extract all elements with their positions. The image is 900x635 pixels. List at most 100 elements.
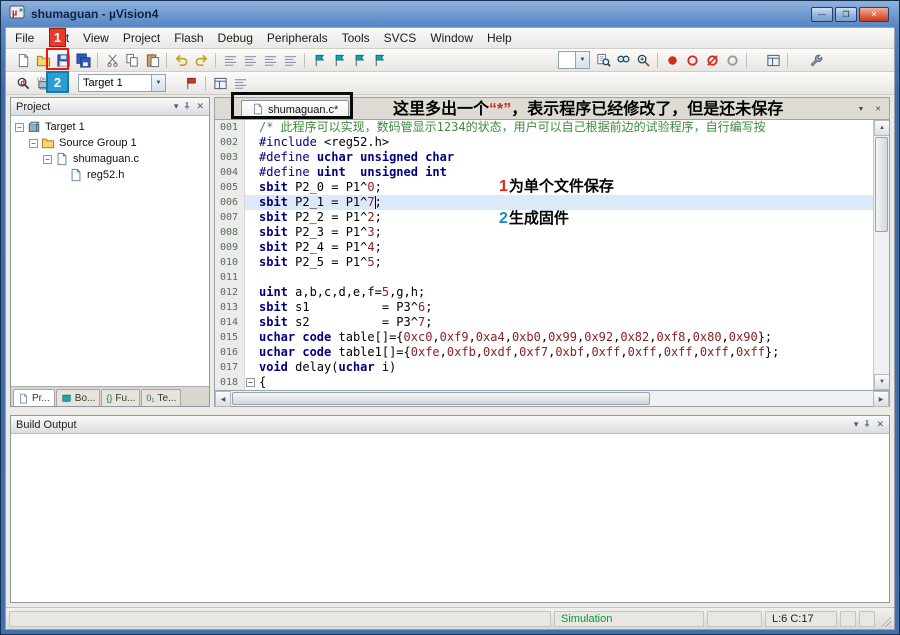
chevron-down-icon[interactable]: ▼ bbox=[151, 75, 165, 91]
scroll-up-icon[interactable]: ▲ bbox=[874, 120, 890, 136]
cut-icon[interactable] bbox=[103, 51, 121, 69]
pin-icon[interactable] bbox=[182, 101, 192, 113]
manage-components-icon[interactable] bbox=[231, 74, 249, 92]
menu-view[interactable]: View bbox=[76, 28, 116, 48]
chevron-down-icon[interactable]: ▼ bbox=[575, 52, 589, 68]
code-line-010[interactable]: 010sbit P2_5 = P1^5; bbox=[215, 255, 873, 270]
tree-node-target-1[interactable]: −Target 1 bbox=[11, 119, 209, 135]
menu-svcs[interactable]: SVCS bbox=[377, 28, 424, 48]
collapse-icon[interactable]: − bbox=[43, 155, 52, 164]
find-text-icon[interactable] bbox=[614, 51, 632, 69]
menu-file[interactable]: File bbox=[8, 28, 41, 48]
menu-project[interactable]: Project bbox=[116, 28, 167, 48]
title-bar[interactable]: µ shumaguan - µVision4 — ❐ ✕ bbox=[5, 1, 895, 27]
line-number: 011 bbox=[215, 270, 245, 285]
target-select[interactable]: Target 1 ▼ bbox=[78, 74, 166, 92]
close-button[interactable]: ✕ bbox=[859, 7, 889, 22]
menu-window[interactable]: Window bbox=[423, 28, 480, 48]
close-icon[interactable]: ✕ bbox=[196, 101, 204, 112]
bookmark-next-icon[interactable] bbox=[350, 51, 368, 69]
code-line-011[interactable]: 011 bbox=[215, 270, 873, 285]
bookmark-toggle-icon[interactable] bbox=[310, 51, 328, 69]
zoom-in-icon[interactable] bbox=[634, 51, 652, 69]
scroll-left-icon[interactable]: ◀ bbox=[215, 391, 231, 407]
outdent-icon[interactable] bbox=[241, 51, 259, 69]
chevron-down-icon[interactable]: ▾ bbox=[174, 101, 179, 112]
breakpoint-enable-all-icon[interactable] bbox=[723, 51, 741, 69]
code-line-009[interactable]: 009sbit P2_4 = P1^4; bbox=[215, 240, 873, 255]
scroll-right-icon[interactable]: ▶ bbox=[873, 391, 889, 407]
code-editor[interactable]: 001/* 此程序可以实现，数码管显示1234的状态，用户可以自己根据前边的试验… bbox=[214, 119, 890, 391]
resize-grip[interactable] bbox=[878, 614, 891, 627]
configure-tools-wrench-icon[interactable] bbox=[807, 51, 825, 69]
target-select-value: Target 1 bbox=[83, 77, 123, 89]
copy-icon[interactable] bbox=[123, 51, 141, 69]
code-lines[interactable]: 001/* 此程序可以实现，数码管显示1234的状态，用户可以自己根据前边的试验… bbox=[215, 120, 873, 390]
pin-icon[interactable] bbox=[862, 419, 872, 431]
minimize-button[interactable]: — bbox=[811, 7, 833, 22]
paste-icon[interactable] bbox=[143, 51, 161, 69]
collapse-icon[interactable]: − bbox=[15, 123, 24, 132]
indent-icon[interactable] bbox=[221, 51, 239, 69]
code-line-012[interactable]: 012uint a,b,c,d,e,f=5,g,h; bbox=[215, 285, 873, 300]
line-number: 008 bbox=[215, 225, 245, 240]
bookmark-prev-icon[interactable] bbox=[330, 51, 348, 69]
menu-tools[interactable]: Tools bbox=[335, 28, 377, 48]
tab-close-icon[interactable]: ✕ bbox=[871, 102, 885, 116]
vertical-scroll-thumb[interactable] bbox=[875, 137, 888, 232]
menu-flash[interactable]: Flash bbox=[167, 28, 210, 48]
breakpoint-disable-icon[interactable] bbox=[683, 51, 701, 69]
find-in-files-icon[interactable] bbox=[594, 51, 612, 69]
panel-tab-bo[interactable]: Bo... bbox=[56, 389, 101, 406]
main-area: Project ▾ ✕ −Target 1−Source Group 1−shu… bbox=[6, 95, 894, 411]
code-line-014[interactable]: 014sbit s2 = P3^7; bbox=[215, 315, 873, 330]
start-stop-debug-icon[interactable] bbox=[14, 74, 32, 92]
code-text: #define uchar unsigned char bbox=[256, 150, 873, 165]
scroll-track[interactable] bbox=[874, 233, 889, 374]
save-all-icon[interactable] bbox=[74, 51, 92, 69]
code-text: sbit P2_5 = P1^5; bbox=[256, 255, 873, 270]
target-flag-icon[interactable] bbox=[182, 74, 200, 92]
code-line-002[interactable]: 002#include <reg52.h> bbox=[215, 135, 873, 150]
code-line-015[interactable]: 015uchar code table[]={0xc0,0xf9,0xa4,0x… bbox=[215, 330, 873, 345]
close-icon[interactable]: ✕ bbox=[876, 419, 884, 430]
fold-collapse-icon[interactable]: − bbox=[246, 378, 255, 387]
code-line-013[interactable]: 013sbit s1 = P3^6; bbox=[215, 300, 873, 315]
uncomment-lines-icon[interactable] bbox=[281, 51, 299, 69]
folder-icon bbox=[41, 136, 56, 150]
menu-help[interactable]: Help bbox=[480, 28, 519, 48]
vertical-scrollbar[interactable]: ▲ ▼ bbox=[873, 120, 889, 390]
menu-peripherals[interactable]: Peripherals bbox=[260, 28, 335, 48]
tree-node-shumaguan-c[interactable]: −shumaguan.c bbox=[11, 151, 209, 167]
scroll-track[interactable] bbox=[651, 391, 873, 406]
horizontal-scroll-thumb[interactable] bbox=[232, 392, 650, 405]
code-line-001[interactable]: 001/* 此程序可以实现，数码管显示1234的状态，用户可以自己根据前边的试验… bbox=[215, 120, 873, 135]
comment-lines-icon[interactable] bbox=[261, 51, 279, 69]
tab-list-icon[interactable]: ▼ bbox=[854, 102, 868, 116]
maximize-button[interactable]: ❐ bbox=[835, 7, 857, 22]
panel-tab-fu[interactable]: {}Fu... bbox=[101, 389, 140, 406]
horizontal-scrollbar[interactable]: ◀ ▶ bbox=[214, 391, 890, 407]
breakpoint-toggle-icon[interactable] bbox=[663, 51, 681, 69]
menu-debug[interactable]: Debug bbox=[211, 28, 260, 48]
undo-icon[interactable] bbox=[172, 51, 190, 69]
collapse-icon[interactable]: − bbox=[29, 139, 38, 148]
redo-icon[interactable] bbox=[192, 51, 210, 69]
code-line-017[interactable]: 017void delay(uchar i) bbox=[215, 360, 873, 375]
panel-tab-te[interactable]: 0₁Te... bbox=[141, 389, 181, 406]
panel-tab-pr[interactable]: Pr... bbox=[13, 389, 55, 406]
find-combo[interactable]: ▼ bbox=[558, 51, 590, 69]
new-file-icon[interactable] bbox=[14, 51, 32, 69]
build-output-content[interactable] bbox=[11, 434, 889, 602]
bookmark-clear-icon[interactable] bbox=[370, 51, 388, 69]
options-for-target-icon[interactable] bbox=[211, 74, 229, 92]
code-line-016[interactable]: 016uchar code table1[]={0xfe,0xfb,0xdf,0… bbox=[215, 345, 873, 360]
code-line-003[interactable]: 003#define uchar unsigned char bbox=[215, 150, 873, 165]
tree-node-source-group-1[interactable]: −Source Group 1 bbox=[11, 135, 209, 151]
code-line-018[interactable]: 018−{ bbox=[215, 375, 873, 390]
debug-windows-grid-icon[interactable] bbox=[764, 51, 782, 69]
breakpoint-kill-all-icon[interactable] bbox=[703, 51, 721, 69]
tree-node-reg52-h[interactable]: reg52.h bbox=[11, 167, 209, 183]
chevron-down-icon[interactable]: ▾ bbox=[854, 419, 859, 430]
scroll-down-icon[interactable]: ▼ bbox=[874, 374, 890, 390]
